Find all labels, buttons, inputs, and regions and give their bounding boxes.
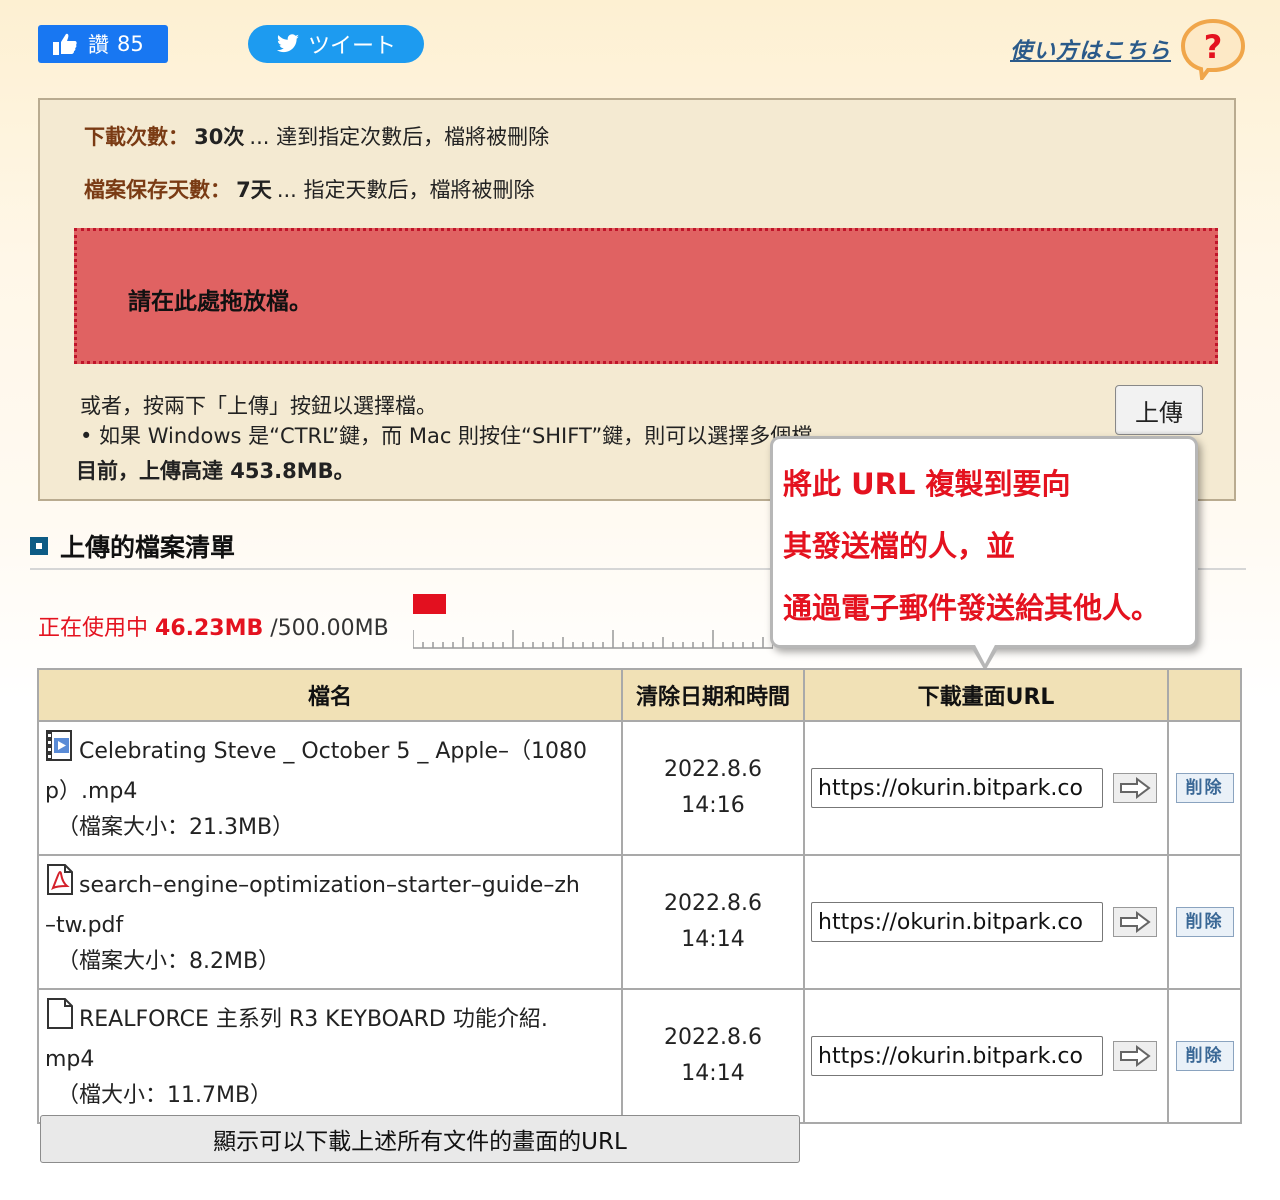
- download-url-field[interactable]: [811, 902, 1103, 942]
- url-cell: [803, 854, 1169, 990]
- thumbs-up-icon: [53, 33, 77, 55]
- column-header-actions: [1167, 668, 1242, 722]
- download-count-row: 下載次數： 30次 ... 達到指定次數后，檔將被刪除: [84, 121, 549, 151]
- file-name-cell: search–engine–optimization–starter–guide…: [37, 854, 623, 990]
- section-title: 上傳的檔案清單: [60, 533, 236, 562]
- expiry-cell: 2022.8.6 14:14: [621, 988, 805, 1124]
- retention-row: 檔案保存天數： 7天 ... 指定天數后，檔將被刪除: [84, 174, 535, 204]
- download-count-value: 30次: [194, 125, 245, 149]
- file-name-cell: Celebrating Steve _ October 5 _ Apple–（1…: [37, 720, 623, 856]
- usage-bar: [413, 594, 446, 614]
- actions-cell: 削除: [1167, 720, 1242, 856]
- retention-desc: ... 指定天數后，檔將被刪除: [276, 178, 535, 202]
- download-url-field[interactable]: [811, 1036, 1103, 1076]
- expiry-date: 2022.8.6: [664, 891, 762, 916]
- tooltip-arrow-fill: [974, 643, 996, 664]
- usage-used: 46.23MB: [155, 616, 264, 641]
- upload-limit-text: 目前，上傳高達 453.8MB。: [76, 459, 355, 483]
- tweet-button[interactable]: ツイート: [248, 25, 424, 63]
- file-size: （檔案大小：21.3MB）: [57, 815, 295, 840]
- retention-label: 檔案保存天數：: [84, 178, 231, 202]
- section-marker-icon: [30, 537, 48, 555]
- expiry-time: 14:14: [681, 1061, 745, 1086]
- retention-value: 7天: [236, 178, 272, 202]
- delete-button[interactable]: 削除: [1175, 1041, 1234, 1071]
- expiry-cell: 2022.8.6 14:14: [621, 854, 805, 990]
- alt-instruction: 或者，按兩下「上傳」按鈕以選擇檔。: [80, 394, 437, 418]
- like-label: 讚: [88, 33, 109, 57]
- open-url-button[interactable]: [1113, 907, 1157, 937]
- table-row: REALFORCE 主系列 R3 KEYBOARD 功能介紹. mp4 （檔大小…: [37, 988, 1242, 1124]
- pdf-file-icon: [45, 864, 75, 908]
- url-cell: [803, 720, 1169, 856]
- usage-text: 正在使用中 46.23MB /500.00MB: [38, 610, 389, 642]
- drop-zone-text: 請在此處拖放檔。: [128, 289, 312, 315]
- table-row: search–engine–optimization–starter–guide…: [37, 854, 1242, 990]
- like-count: 85: [117, 32, 144, 56]
- table-row: Celebrating Steve _ October 5 _ Apple–（1…: [37, 720, 1242, 856]
- tooltip-line-2: 其發送檔的人，並: [783, 529, 1016, 563]
- column-header-expiry: 清除日期和時間: [621, 668, 805, 722]
- expiry-time: 14:14: [681, 927, 745, 952]
- column-header-url: 下載畫面URL: [803, 668, 1169, 722]
- table-header-row: 檔名 清除日期和時間 下載畫面URL: [37, 668, 1242, 722]
- column-header-filename: 檔名: [37, 668, 623, 722]
- multi-select-instruction: • 如果 Windows 是“CTRL”鍵，而 Mac 則按住“SHIFT”鍵，…: [80, 424, 834, 448]
- file-name-line-2[interactable]: p）.mp4: [45, 774, 615, 810]
- tweet-label: ツイート: [307, 34, 396, 59]
- delete-button[interactable]: 削除: [1175, 907, 1234, 937]
- delete-button[interactable]: 削除: [1175, 773, 1234, 803]
- expiry-time: 14:16: [681, 793, 745, 818]
- expiry-date: 2022.8.6: [664, 1025, 762, 1050]
- twitter-bird-icon: [276, 34, 299, 53]
- file-name-cell: REALFORCE 主系列 R3 KEYBOARD 功能介紹. mp4 （檔大小…: [37, 988, 623, 1124]
- url-cell: [803, 988, 1169, 1124]
- tooltip-line-3: 通過電子郵件發送給其他人。: [783, 591, 1161, 625]
- file-size: （檔大小：11.7MB）: [57, 1083, 273, 1108]
- actions-cell: 削除: [1167, 854, 1242, 990]
- file-name-line-2[interactable]: –tw.pdf: [45, 908, 615, 944]
- open-url-button[interactable]: [1113, 1041, 1157, 1071]
- show-all-urls-button[interactable]: 顯示可以下載上述所有文件的畫面的URL: [40, 1115, 800, 1163]
- arrow-right-icon: [1120, 777, 1151, 799]
- file-name-line-1[interactable]: search–engine–optimization–starter–guide…: [79, 873, 580, 898]
- actions-cell: 削除: [1167, 988, 1242, 1124]
- url-hint-tooltip: 將此 URL 複製到要向 其發送檔的人，並 通過電子郵件發送給其他人。: [770, 436, 1198, 648]
- open-url-button[interactable]: [1113, 773, 1157, 803]
- arrow-right-icon: [1120, 1045, 1151, 1067]
- tooltip-line-1: 將此 URL 複製到要向: [783, 467, 1071, 501]
- download-url-field[interactable]: [811, 768, 1103, 808]
- question-mark: ?: [1204, 28, 1223, 66]
- file-name-line-1[interactable]: REALFORCE 主系列 R3 KEYBOARD 功能介紹.: [79, 1007, 548, 1032]
- usage-total: /500.00MB: [270, 616, 389, 641]
- usage-scale: [413, 630, 773, 649]
- upload-button[interactable]: 上傳: [1115, 385, 1203, 435]
- facebook-like-button[interactable]: 讚 85: [38, 25, 168, 63]
- video-file-icon: [45, 730, 75, 774]
- file-table: 檔名 清除日期和時間 下載畫面URL Celebrating Steve _ O…: [37, 668, 1242, 1124]
- expiry-date: 2022.8.6: [664, 757, 762, 782]
- question-bubble-icon[interactable]: ?: [1180, 18, 1246, 84]
- download-count-desc: ... 達到指定次數后，檔將被刪除: [249, 125, 550, 149]
- help-link[interactable]: 使い方はこちら: [1010, 33, 1171, 65]
- usage-prefix: 正在使用中: [38, 616, 149, 641]
- file-name-line-2[interactable]: mp4: [45, 1042, 615, 1078]
- blank-file-icon: [45, 998, 75, 1042]
- expiry-cell: 2022.8.6 14:16: [621, 720, 805, 856]
- file-name-line-1[interactable]: Celebrating Steve _ October 5 _ Apple–（1…: [79, 739, 587, 764]
- arrow-right-icon: [1120, 911, 1151, 933]
- file-size: （檔案大小：8.2MB）: [57, 949, 281, 974]
- download-count-label: 下載次數：: [84, 125, 189, 149]
